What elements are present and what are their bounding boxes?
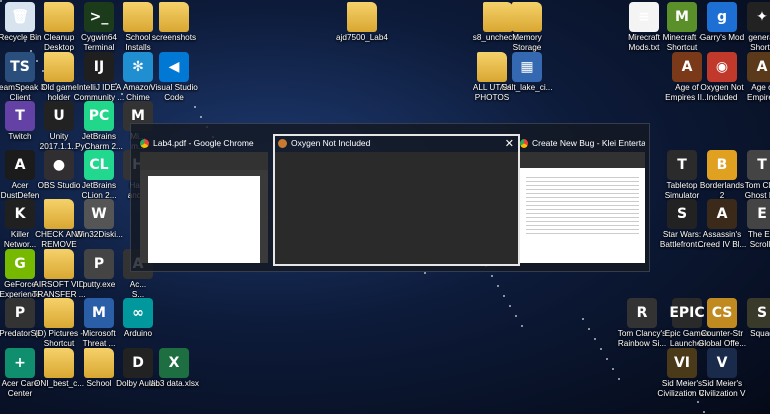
desktop-icon-general-shortc[interactable]: ✦general Shortc (730, 2, 770, 52)
oni-icon (278, 138, 287, 148)
desktop-icon-label: Ac... S... (129, 280, 147, 299)
desktop-icon-ajd7500-lab4[interactable]: ajd7500_Lab4 (330, 2, 394, 43)
app-icon (512, 2, 542, 32)
desktop-icon-label: Memory Storage (512, 33, 542, 52)
desktop-icon-sid-meier-s-civilization-v[interactable]: V Sid Meier's Civilization V (690, 348, 754, 398)
desktop-icon-label: Tom Clan Ghost Re (744, 181, 770, 200)
app-icon: E (747, 199, 770, 229)
app-icon: W (84, 199, 114, 229)
app-icon: T (747, 150, 770, 180)
app-icon: ◀ (159, 52, 189, 82)
desktop-icon-label: Sid Meier's Civilization V (698, 379, 746, 398)
window-thumb-chrome-lab4[interactable]: Lab4.pdf - Google Chrome (140, 136, 268, 263)
desktop-icon-win32diski[interactable]: W Win32Diski... (67, 199, 131, 240)
app-icon: ∞ (123, 298, 153, 328)
app-icon: R (627, 298, 657, 328)
desktop-icon-label: Visual Studio Code (150, 83, 198, 102)
desktop-icon-arduino[interactable]: ∞ Arduino (106, 298, 170, 339)
web-preview (520, 152, 645, 263)
desktop-icon-label: Salt_lake_ci... (501, 83, 553, 92)
desktop-icon-lab3-data-xlsx[interactable]: Xlab3 data.xlsx (142, 348, 206, 389)
window-title: Oxygen Not Included (291, 138, 371, 148)
window-thumb-oxygen-not-included[interactable]: Oxygen Not Included ✕ (273, 134, 520, 266)
desktop-icon-label: ajd7500_Lab4 (336, 33, 388, 42)
pdf-preview (140, 152, 268, 263)
window-title: Lab4.pdf - Google Chrome (153, 138, 254, 148)
window-thumb-chrome-klei[interactable]: Create New Bug - Klei Entertain... (520, 136, 645, 263)
app-icon (159, 2, 189, 32)
app-icon: S (747, 298, 770, 328)
desktop-icon-label: Arduino (123, 329, 153, 338)
window-title: Create New Bug - Klei Entertain... (531, 138, 645, 148)
desktop-icon-age-o-empires[interactable]: AAge o Empires (730, 52, 770, 102)
desktop-icon-label: screenshots (151, 33, 197, 42)
app-icon: X (159, 348, 189, 378)
desktop-icon-label: general Shortc (748, 33, 770, 52)
desktop-icon-squad[interactable]: SSquad (730, 298, 770, 339)
app-icon: V (707, 348, 737, 378)
chrome-icon (520, 138, 528, 148)
desktop-icon-label: lab3 data.xlsx (148, 379, 200, 388)
desktop-icon-the-eld-scrolls[interactable]: EThe Eld Scrolls (730, 199, 770, 249)
desktop-icon-salt-lake-ci[interactable]: ▦ Salt_lake_ci... (495, 52, 559, 93)
desktop-icon-tom-clan-ghost-re[interactable]: TTom Clan Ghost Re (730, 150, 770, 200)
desktop-icon-label: The Eld Scrolls (747, 230, 770, 249)
app-icon: ▦ (512, 52, 542, 82)
app-icon: A (747, 52, 770, 82)
app-icon (347, 2, 377, 32)
desktop-icon-label: Squad (750, 329, 770, 338)
app-icon: ✦ (747, 2, 770, 32)
chrome-icon (140, 138, 149, 148)
desktop-icon-label: Win32Diski... (75, 230, 123, 239)
desktop-icon-visual-studio-code[interactable]: ◀ Visual Studio Code (142, 52, 206, 102)
desktop-icon-memory-storage[interactable]: Memory Storage (495, 2, 559, 52)
close-icon[interactable]: ✕ (505, 137, 514, 150)
game-preview (275, 152, 518, 264)
desktop-icon-label: Age o Empires (746, 83, 770, 102)
desktop-icon-screenshots[interactable]: screenshots (142, 2, 206, 43)
